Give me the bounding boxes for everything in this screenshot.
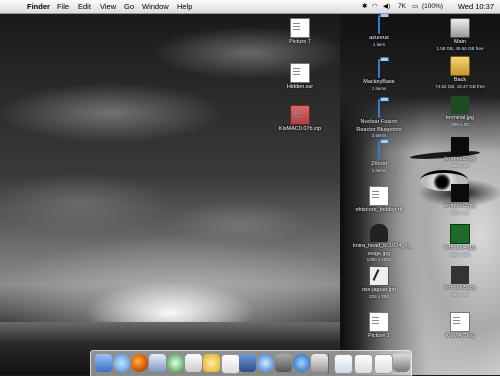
system-prefs-icon[interactable] bbox=[275, 354, 292, 372]
menu-clock[interactable]: Wed 10:37 bbox=[458, 0, 494, 13]
finder-icon[interactable] bbox=[95, 354, 112, 372]
icon-sublabel: 1 items bbox=[371, 85, 387, 91]
desktop-icon-picture1[interactable]: Picture 1 bbox=[353, 312, 405, 340]
desktop-icon-nuclear[interactable]: Nuclear Fusion Reactor Blueprints 3 item… bbox=[353, 99, 405, 138]
icon-label: KisMAC.log bbox=[445, 333, 475, 339]
image-thumbnail-icon bbox=[451, 266, 469, 284]
desktop-icon-thumb5[interactable]: terminal5.jpg 480 x 25 bbox=[434, 266, 486, 297]
ichat-icon[interactable] bbox=[113, 354, 130, 372]
bluetooth-icon[interactable]: ✱ bbox=[362, 0, 367, 13]
external-drive-icon bbox=[450, 56, 470, 76]
icon-sublabel: 74.52 GB, 18.47 GB free bbox=[435, 83, 485, 89]
icon-sublabel: 480 x 960 bbox=[450, 251, 470, 257]
menu-help[interactable]: Help bbox=[177, 0, 192, 13]
desktop-icon-picture7[interactable]: Picture 7 bbox=[274, 18, 326, 46]
ical-icon[interactable] bbox=[221, 354, 240, 374]
preview-icon[interactable] bbox=[311, 354, 328, 372]
menu-finder[interactable]: Finder bbox=[27, 0, 50, 13]
image-thumbnail-icon bbox=[369, 266, 389, 286]
icon-sublabel: 800 x 20 bbox=[451, 209, 469, 215]
folder-icon bbox=[370, 59, 388, 78]
desktop-icon-kismac-log[interactable]: KisMAC.log bbox=[434, 312, 486, 340]
mail-icon[interactable] bbox=[149, 354, 166, 372]
desktop-icon-main-hd[interactable]: Main 1.58 GB, 45.66 GB free bbox=[434, 18, 486, 51]
desktop-icon-thumb2[interactable]: terminal2.jpg 580 x 14 bbox=[434, 137, 486, 168]
firefox-icon[interactable] bbox=[131, 354, 148, 372]
image-file-icon bbox=[369, 312, 389, 332]
menu-view[interactable]: View bbox=[100, 0, 116, 13]
icon-sublabel: 800 x 30 bbox=[451, 121, 469, 127]
icon-label: nhtscore_bobbyr.rtf bbox=[355, 207, 403, 213]
desktop-icon-knira[interactable]: knira_head_bl.1024_nr_ esige.jpg 1280 x … bbox=[353, 224, 413, 262]
icon-sublabel: 3 items bbox=[371, 133, 387, 138]
desktop-icon-mackeybase[interactable]: MackeyBase 1 items bbox=[353, 59, 405, 91]
icon-sublabel: 1 items bbox=[371, 167, 387, 173]
image-thumbnail-icon bbox=[450, 224, 470, 244]
image-thumbnail-icon bbox=[451, 96, 469, 114]
document2-icon[interactable] bbox=[374, 354, 393, 374]
iphoto-icon[interactable] bbox=[203, 354, 220, 372]
folder-icon bbox=[370, 141, 388, 160]
desktop-icon-thumb3[interactable]: terminal3.jpg 800 x 20 bbox=[434, 184, 486, 215]
menu-edit[interactable]: Edit bbox=[78, 0, 91, 13]
icon-label: Nuclear Fusion bbox=[360, 119, 398, 125]
battery-percent: (100%) bbox=[422, 3, 443, 10]
icon-label: knira_head_bl.1024_nr_ bbox=[353, 243, 413, 249]
itunes-icon[interactable] bbox=[167, 354, 184, 372]
icon-label: Hidden.ssr bbox=[286, 84, 314, 90]
icon-sublabel: 580 x 14 bbox=[451, 162, 469, 168]
volume-level: 7K bbox=[398, 3, 406, 10]
menu-file[interactable]: File bbox=[57, 0, 69, 13]
icon-label: KisMAC0.07b.zip bbox=[278, 126, 322, 132]
desktop-icon-hidden[interactable]: Hidden.ssr bbox=[274, 63, 326, 91]
image-thumbnail-icon bbox=[451, 184, 469, 202]
terminal-icon[interactable] bbox=[185, 354, 202, 372]
image-file-icon bbox=[290, 18, 310, 38]
desktop-icon-thumb1[interactable]: terminal.jpg 800 x 30 bbox=[434, 96, 486, 127]
menu-bar: Finder File Edit View Go Window Help ✱ ◠… bbox=[0, 0, 500, 14]
document-file-icon bbox=[290, 63, 310, 83]
icon-label: Picture 7 bbox=[289, 39, 311, 45]
icon-sublabel: 1.58 GB, 45.66 GB free bbox=[436, 45, 484, 51]
desktop-icon-jaguar[interactable]: osx-jaguar.jpg 229 x 282 bbox=[353, 266, 405, 299]
airport-icon[interactable]: ◠ bbox=[372, 0, 378, 13]
folder-icon bbox=[370, 15, 388, 34]
menu-go[interactable]: Go bbox=[124, 0, 134, 13]
dock-separator bbox=[328, 354, 329, 374]
icon-sublabel: 480 x 25 bbox=[451, 291, 469, 297]
desktop-icon-backup-hd[interactable]: Back 74.52 GB, 18.47 GB free bbox=[434, 56, 486, 89]
minimized-window-icon[interactable] bbox=[334, 354, 353, 374]
safari-icon[interactable] bbox=[257, 354, 274, 372]
desktop-icon-thumb4[interactable]: terminal4.jpg 480 x 960 bbox=[434, 224, 486, 257]
network-icon[interactable] bbox=[239, 354, 256, 372]
desktop-icon-nhtscore[interactable]: nhtscore_bobbyr.rtf bbox=[353, 186, 405, 214]
icon-sublabel: 1 item bbox=[372, 41, 386, 47]
document-file-icon bbox=[450, 312, 470, 332]
document-icon[interactable] bbox=[354, 354, 373, 374]
battery-icon[interactable]: ▭ bbox=[412, 0, 418, 13]
volume-icon[interactable]: ◀) bbox=[383, 0, 390, 13]
desktop-icon-azureus[interactable]: azureus 1 item bbox=[353, 15, 405, 47]
image-thumbnail-icon bbox=[451, 137, 469, 155]
icon-sublabel: 229 x 282 bbox=[369, 293, 389, 299]
hard-drive-icon bbox=[450, 18, 470, 38]
trash-icon[interactable] bbox=[393, 354, 410, 372]
zip-archive-icon bbox=[290, 105, 310, 125]
image-thumbnail-icon bbox=[370, 224, 388, 242]
icon-sublabel: 1280 x 1024 bbox=[366, 257, 392, 262]
menu-window[interactable]: Window bbox=[142, 0, 169, 13]
folder-icon bbox=[370, 99, 388, 118]
dock bbox=[90, 350, 412, 376]
document-file-icon bbox=[369, 186, 389, 206]
desktop-icon-kismac-zip[interactable]: KisMAC0.07b.zip bbox=[274, 105, 326, 133]
desktop-icon-zunkay[interactable]: ZKtoid 1 items bbox=[353, 141, 405, 173]
icon-label: Picture 1 bbox=[368, 333, 390, 339]
quicktime-icon[interactable] bbox=[293, 354, 310, 372]
